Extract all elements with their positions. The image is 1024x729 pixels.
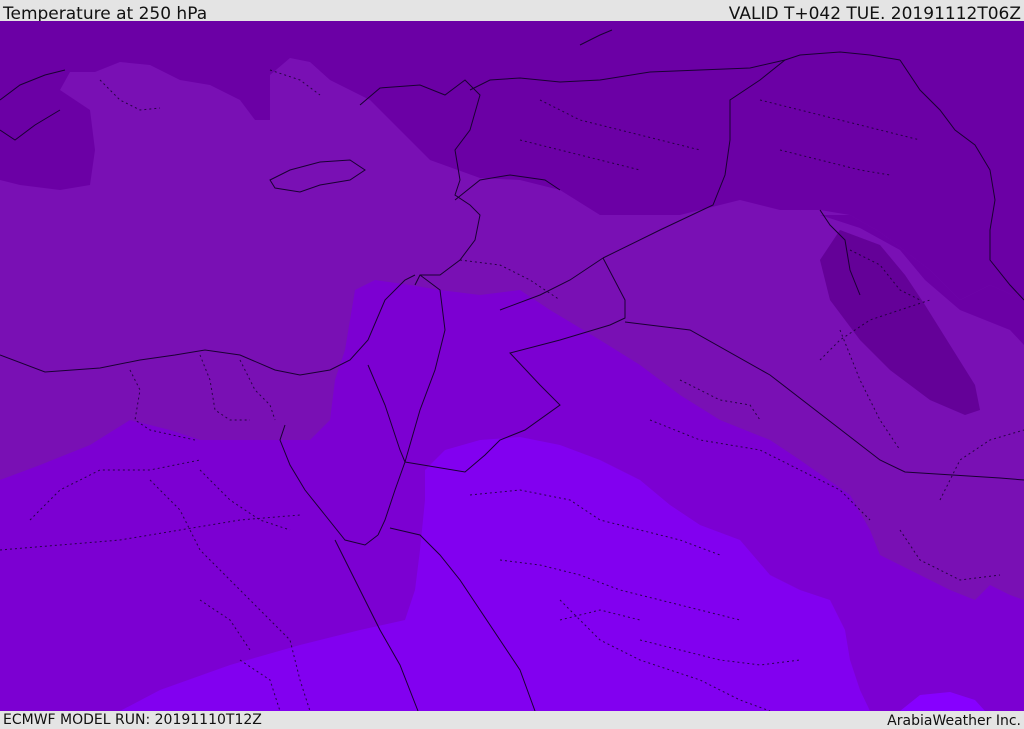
model-run: ECMWF MODEL RUN: 20191110T12Z [3, 712, 262, 728]
credit-label: ArabiaWeather Inc. [887, 713, 1021, 729]
forecast-map-frame: Temperature at 250 hPa VALID T+042 TUE. … [0, 0, 1024, 729]
map-panel[interactable] [0, 21, 1024, 711]
footer-bar: ECMWF MODEL RUN: 20191110T12Z ArabiaWeat… [0, 711, 1024, 729]
header-bar: Temperature at 250 hPa VALID T+042 TUE. … [0, 0, 1024, 24]
temperature-map [0, 21, 1024, 711]
